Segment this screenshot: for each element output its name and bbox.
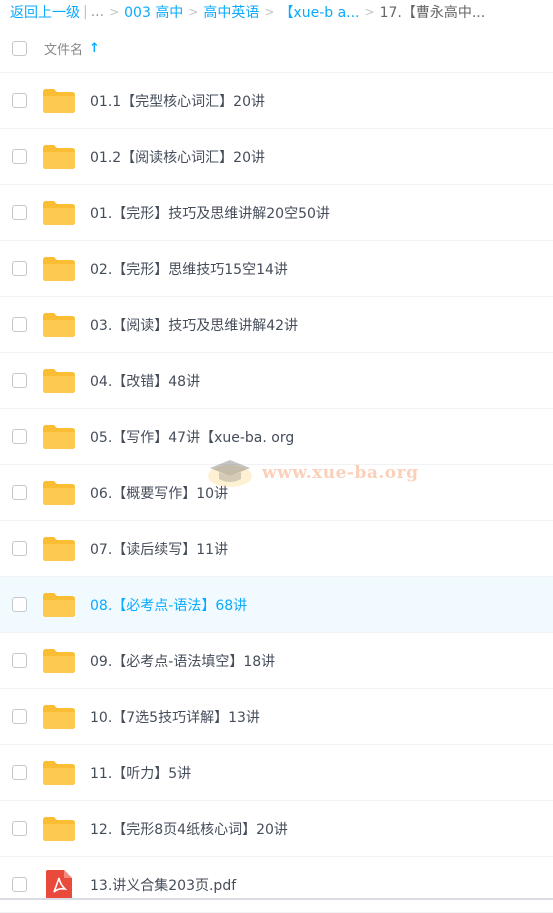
pdf-file-icon [42,869,76,900]
row-checkbox[interactable] [12,149,27,164]
breadcrumb-current: 17.【曹永高中... [379,5,486,21]
file-row[interactable]: 08.【必考点-语法】68讲 [0,577,553,633]
folder-icon [42,256,76,282]
file-name[interactable]: 07.【读后续写】11讲 [90,539,228,559]
row-checkbox[interactable] [12,485,27,500]
file-name[interactable]: 06.【概要写作】10讲 [90,483,228,503]
file-name[interactable]: 04.【改错】48讲 [90,371,200,391]
row-checkbox[interactable] [12,541,27,556]
file-row[interactable]: 04.【改错】48讲 [0,353,553,409]
sort-ascending-icon[interactable]: ↑ [89,41,100,56]
folder-icon [42,536,76,562]
row-checkbox[interactable] [12,597,27,612]
file-row[interactable]: 03.【阅读】技巧及思维讲解42讲 [0,297,553,353]
file-name[interactable]: 08.【必考点-语法】68讲 [90,595,247,615]
chevron-right-icon: > [109,5,120,19]
file-row[interactable]: 01.2【阅读核心词汇】20讲 [0,129,553,185]
file-name[interactable]: 01.1【完型核心词汇】20讲 [90,91,265,111]
folder-icon [42,592,76,618]
row-checkbox[interactable] [12,429,27,444]
file-name[interactable]: 12.【完形8页4纸核心词】20讲 [90,819,288,839]
row-checkbox[interactable] [12,261,27,276]
back-link[interactable]: 返回上一级 [10,2,80,22]
file-row[interactable]: 06.【概要写作】10讲 [0,465,553,521]
file-name[interactable]: 13.讲义合集203页.pdf [90,875,236,895]
breadcrumb-item-2[interactable]: 【xue-b a... [279,2,359,22]
chevron-right-icon: > [364,5,375,19]
folder-icon [42,312,76,338]
file-name[interactable]: 05.【写作】47讲【xue-ba. org [90,427,294,447]
row-checkbox[interactable] [12,653,27,668]
filename-column-header[interactable]: 文件名 ↑ [44,39,100,58]
file-name[interactable]: 02.【完形】思维技巧15空14讲 [90,259,288,279]
file-row[interactable]: 05.【写作】47讲【xue-ba. org [0,409,553,465]
select-all-checkbox[interactable] [12,40,27,56]
file-name[interactable]: 11.【听力】5讲 [90,763,191,783]
breadcrumb: 返回上一级 | ... > 003 高中 > 高中英语 > 【xue-b a..… [0,0,553,24]
chevron-right-icon: > [188,5,199,19]
file-row[interactable]: 01.1【完型核心词汇】20讲 [0,73,553,129]
breadcrumb-item-0[interactable]: 003 高中 [124,2,183,22]
row-checkbox[interactable] [12,205,27,220]
folder-icon [42,424,76,450]
folder-icon [42,88,76,114]
row-checkbox[interactable] [12,821,27,836]
breadcrumb-ellipsis[interactable]: ... [91,4,104,20]
file-row[interactable]: 02.【完形】思维技巧15空14讲 [0,241,553,297]
breadcrumb-item-1[interactable]: 高中英语 [203,2,259,22]
file-row[interactable]: 12.【完形8页4纸核心词】20讲 [0,801,553,857]
row-checkbox[interactable] [12,373,27,388]
folder-icon [42,368,76,394]
folder-icon [42,704,76,730]
file-name[interactable]: 09.【必考点-语法填空】18讲 [90,651,275,671]
folder-icon [42,816,76,842]
folder-icon [42,480,76,506]
chevron-right-icon: > [264,5,275,19]
file-name[interactable]: 10.【7选5技巧详解】13讲 [90,707,260,727]
breadcrumb-divider: | [83,4,88,20]
list-header: 文件名 ↑ [0,24,553,73]
folder-icon [42,200,76,226]
row-checkbox[interactable] [12,765,27,780]
file-row[interactable]: 10.【7选5技巧详解】13讲 [0,689,553,745]
folder-icon [42,760,76,786]
file-row[interactable]: 11.【听力】5讲 [0,745,553,801]
row-checkbox[interactable] [12,317,27,332]
file-row[interactable]: 09.【必考点-语法填空】18讲 [0,633,553,689]
folder-icon [42,648,76,674]
file-name[interactable]: 01.【完形】技巧及思维讲解20空50讲 [90,203,330,223]
file-row[interactable]: 13.讲义合集203页.pdf [0,857,553,913]
folder-icon [42,144,76,170]
row-checkbox[interactable] [12,877,27,892]
file-name[interactable]: 01.2【阅读核心词汇】20讲 [90,147,265,167]
file-row[interactable]: 07.【读后续写】11讲 [0,521,553,577]
row-checkbox[interactable] [12,709,27,724]
file-row[interactable]: 01.【完形】技巧及思维讲解20空50讲 [0,185,553,241]
column-title: 文件名 [44,42,84,58]
file-list: 01.1【完型核心词汇】20讲 01.2【阅读核心词汇】20讲 01.【完形】技巧及… [0,73,553,913]
row-checkbox[interactable] [12,93,27,108]
file-name[interactable]: 03.【阅读】技巧及思维讲解42讲 [90,315,298,335]
